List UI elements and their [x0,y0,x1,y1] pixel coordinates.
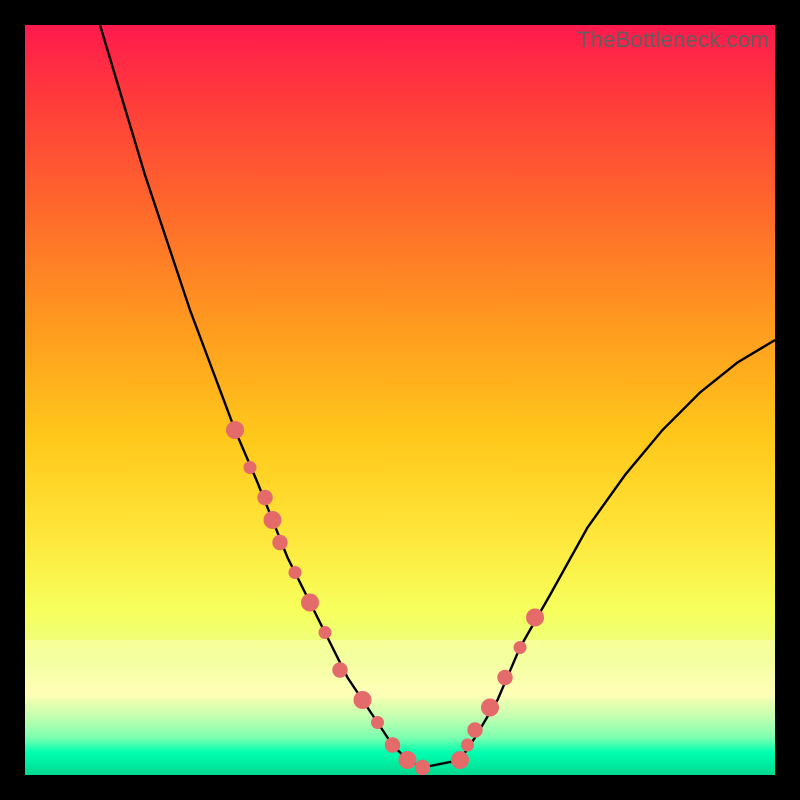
sample-dot [415,760,430,775]
sample-dot [319,626,332,639]
sample-dot [371,716,384,729]
sample-dot [451,751,469,769]
sample-dot [481,699,499,717]
sample-dot [226,421,244,439]
sample-dot [461,739,474,752]
sample-dot [385,737,400,752]
sample-dot [514,641,527,654]
sample-dot [497,670,512,685]
plot-area: TheBottleneck.com [25,25,775,775]
sample-dot [272,535,287,550]
chart-frame: TheBottleneck.com [0,0,800,800]
sample-dots-group [226,421,544,775]
sample-dot [244,461,257,474]
sample-dot [526,609,544,627]
sample-dot [257,490,272,505]
sample-dot [467,722,482,737]
bottleneck-curve [100,25,775,768]
curve-svg-layer [25,25,775,775]
sample-dot [264,511,282,529]
sample-dot [332,662,347,677]
sample-dot [354,691,372,709]
sample-dot [289,566,302,579]
sample-dot [399,751,417,769]
sample-dot [301,594,319,612]
